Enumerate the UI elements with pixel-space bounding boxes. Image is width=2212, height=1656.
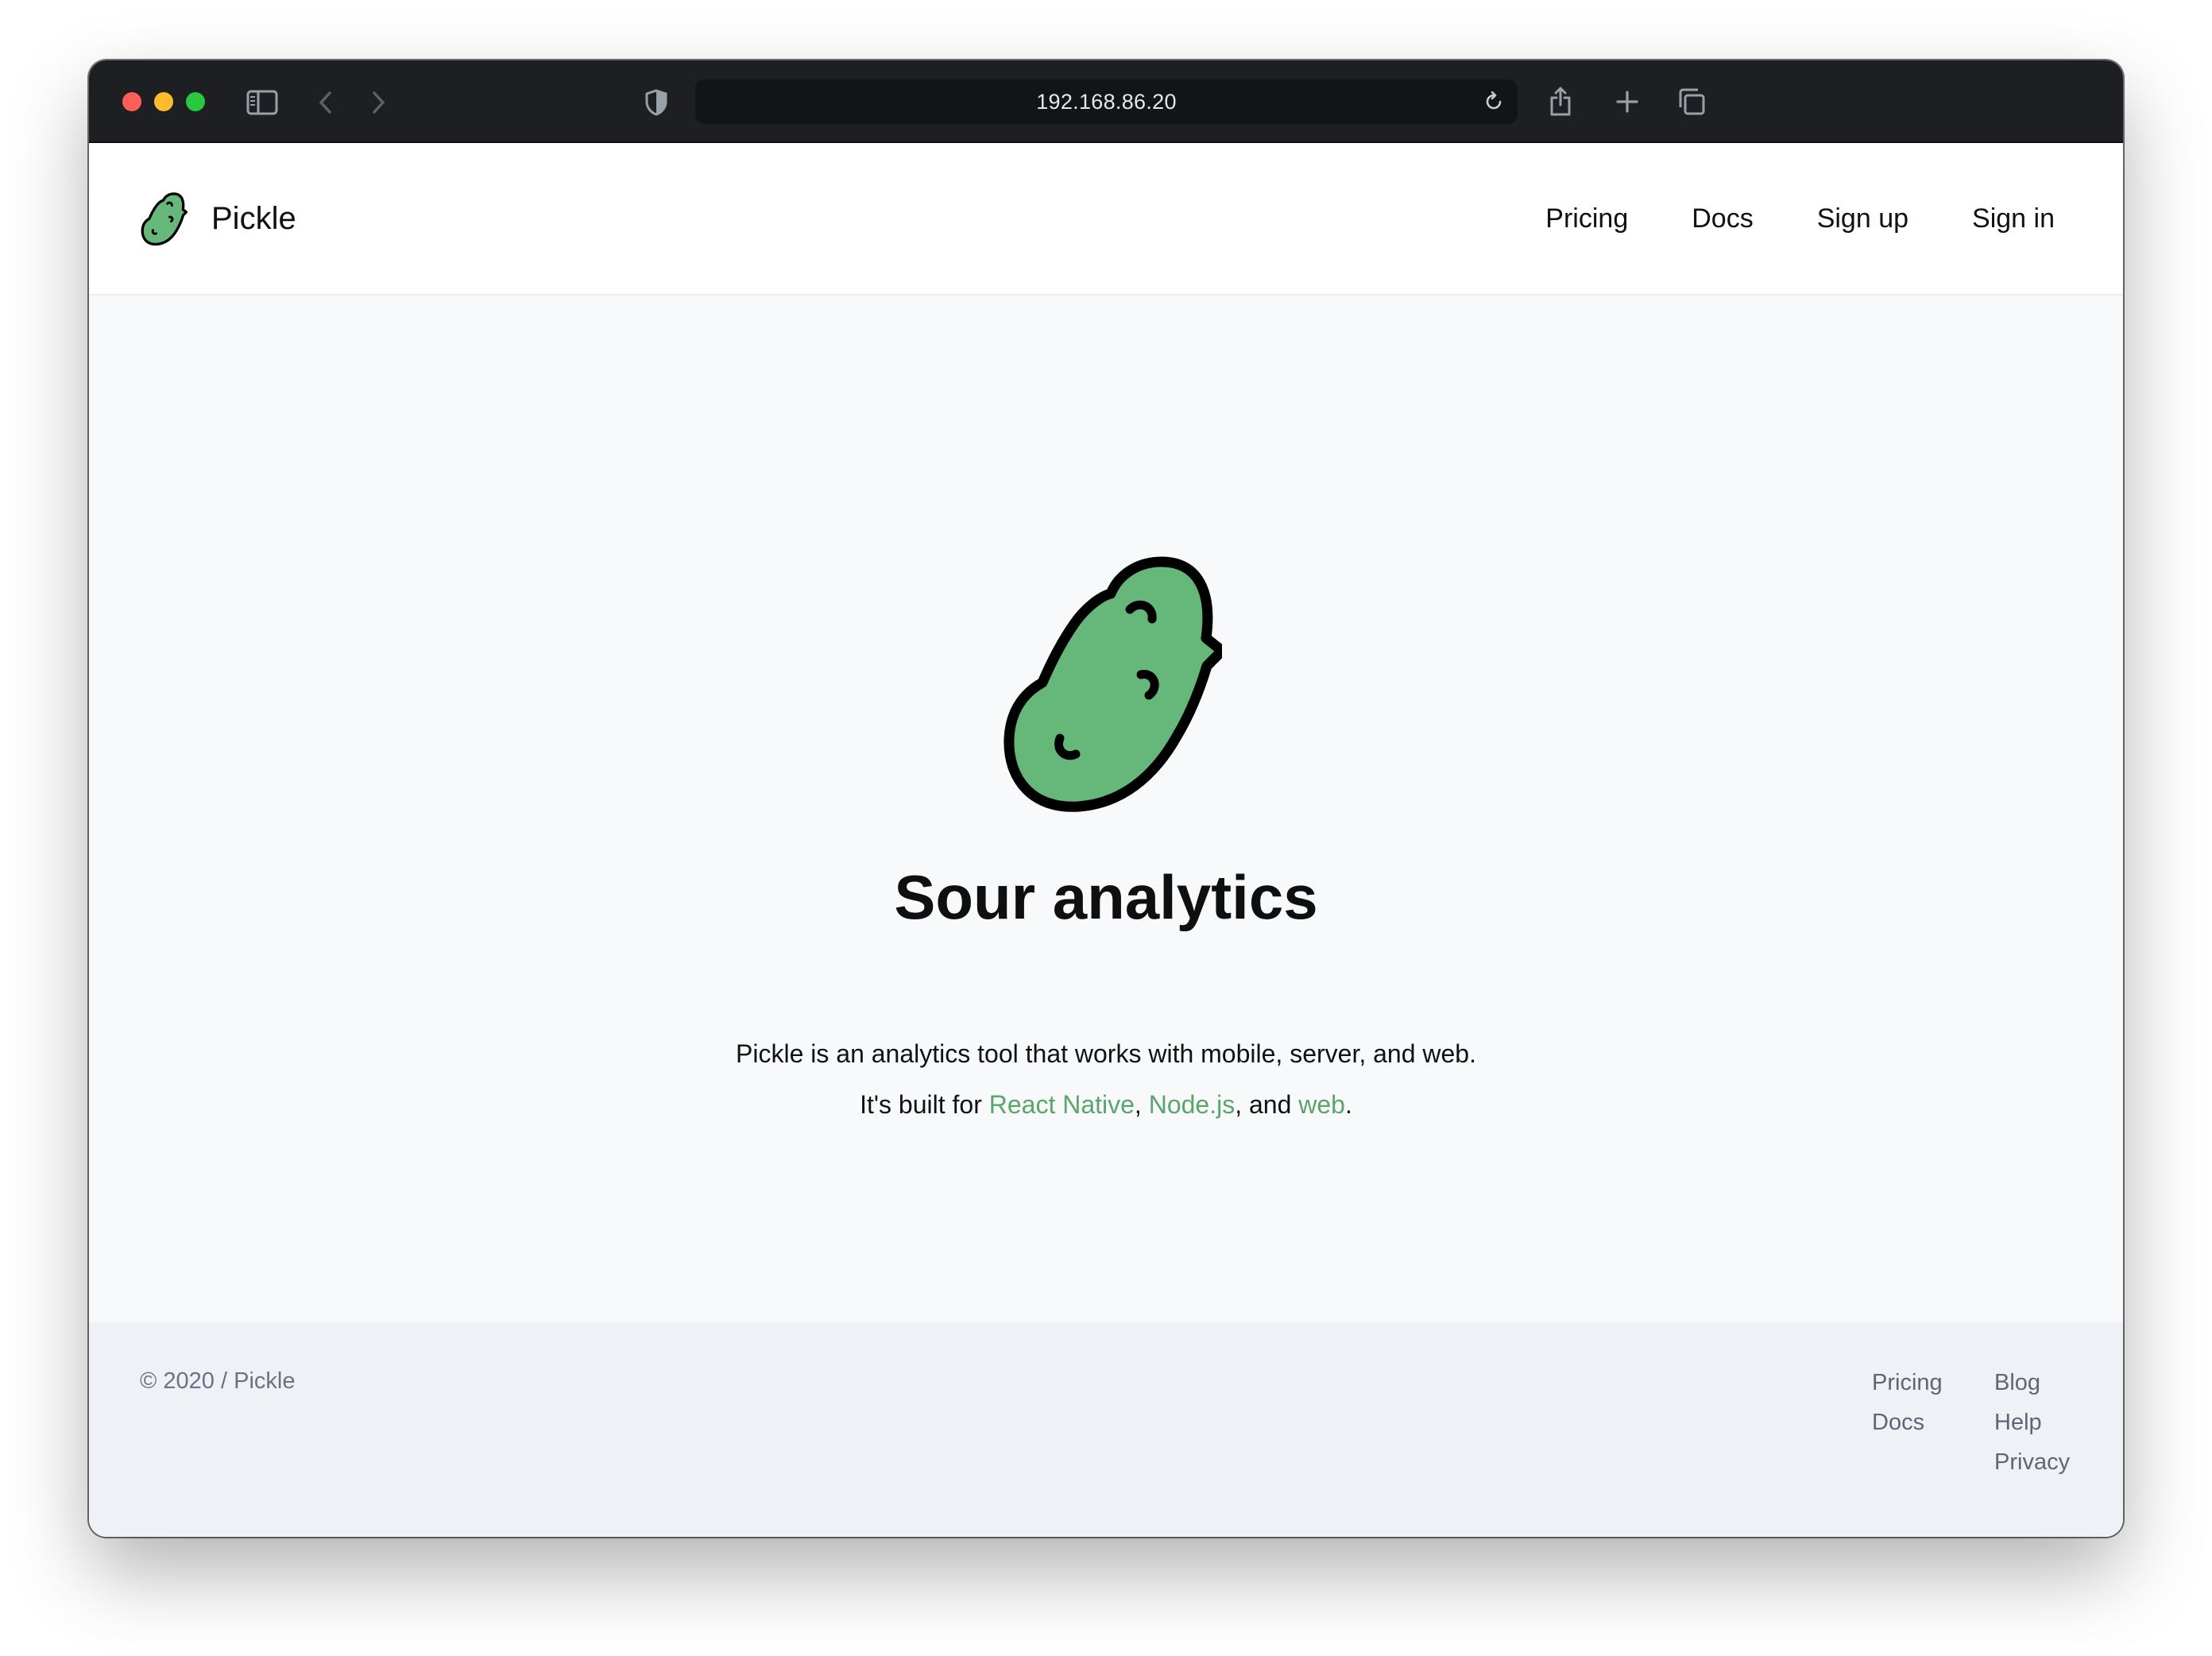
web-link[interactable]: web bbox=[1298, 1090, 1345, 1119]
hero-description: Pickle is an analytics tool that works w… bbox=[736, 1039, 1476, 1068]
close-window-button[interactable] bbox=[122, 92, 141, 111]
back-arrow-icon[interactable] bbox=[311, 87, 340, 118]
site-footer: © 2020 / Pickle Pricing Docs Blog Help P… bbox=[89, 1322, 2123, 1537]
nav-signin-link[interactable]: Sign in bbox=[1972, 203, 2055, 234]
site-header: Pickle Pricing Docs Sign up Sign in bbox=[89, 143, 2123, 296]
react-native-link[interactable]: React Native bbox=[989, 1090, 1135, 1119]
sidebar-toggle-icon[interactable] bbox=[245, 87, 280, 118]
pickle-hero-icon bbox=[1004, 556, 1222, 812]
share-icon[interactable] bbox=[1545, 83, 1576, 119]
browser-toolbar: 192.168.86.20 bbox=[89, 60, 2123, 143]
nav-signup-link[interactable]: Sign up bbox=[1817, 203, 1908, 234]
nodejs-link[interactable]: Node.js bbox=[1149, 1090, 1236, 1119]
main-nav: Pricing Docs Sign up Sign in bbox=[1545, 143, 2055, 294]
brand-link[interactable]: Pickle bbox=[140, 143, 296, 294]
brand-name: Pickle bbox=[211, 200, 296, 236]
copyright-text: © 2020 / Pickle bbox=[140, 1368, 296, 1394]
footer-help-link[interactable]: Help bbox=[1994, 1408, 2070, 1437]
platforms-prefix: It's built for bbox=[860, 1090, 989, 1119]
hero-section: Sour analytics Pickle is an analytics to… bbox=[89, 296, 2123, 1322]
footer-column-company: Blog Help Privacy bbox=[1994, 1368, 2070, 1476]
hero-platforms-line: It's built for React Native, Node.js, an… bbox=[89, 1090, 2123, 1120]
hero-title: Sour analytics bbox=[894, 862, 1318, 932]
reload-icon[interactable] bbox=[1481, 89, 1506, 114]
footer-docs-link[interactable]: Docs bbox=[1872, 1408, 1943, 1437]
address-bar[interactable]: 192.168.86.20 bbox=[695, 79, 1518, 124]
pickle-logo-icon bbox=[141, 192, 188, 246]
new-tab-plus-icon[interactable] bbox=[1611, 86, 1643, 118]
platforms-separator-and: , and bbox=[1235, 1090, 1299, 1119]
footer-blog-link[interactable]: Blog bbox=[1994, 1368, 2070, 1397]
privacy-shield-icon[interactable] bbox=[640, 87, 672, 118]
tab-overview-icon[interactable] bbox=[1675, 85, 1708, 118]
footer-column-product: Pricing Docs bbox=[1872, 1368, 1943, 1437]
url-text: 192.168.86.20 bbox=[1036, 89, 1177, 114]
nav-docs-link[interactable]: Docs bbox=[1692, 203, 1753, 234]
platforms-separator: , bbox=[1134, 1090, 1149, 1119]
nav-pricing-link[interactable]: Pricing bbox=[1545, 203, 1628, 234]
minimize-window-button[interactable] bbox=[154, 92, 173, 111]
footer-privacy-link[interactable]: Privacy bbox=[1994, 1448, 2070, 1476]
zoom-window-button[interactable] bbox=[186, 92, 205, 111]
platforms-suffix: . bbox=[1344, 1090, 1352, 1119]
forward-arrow-icon[interactable] bbox=[364, 87, 393, 118]
footer-pricing-link[interactable]: Pricing bbox=[1872, 1368, 1943, 1397]
browser-window: 192.168.86.20 Pickle Pricing Docs Sign u… bbox=[89, 60, 2123, 1537]
